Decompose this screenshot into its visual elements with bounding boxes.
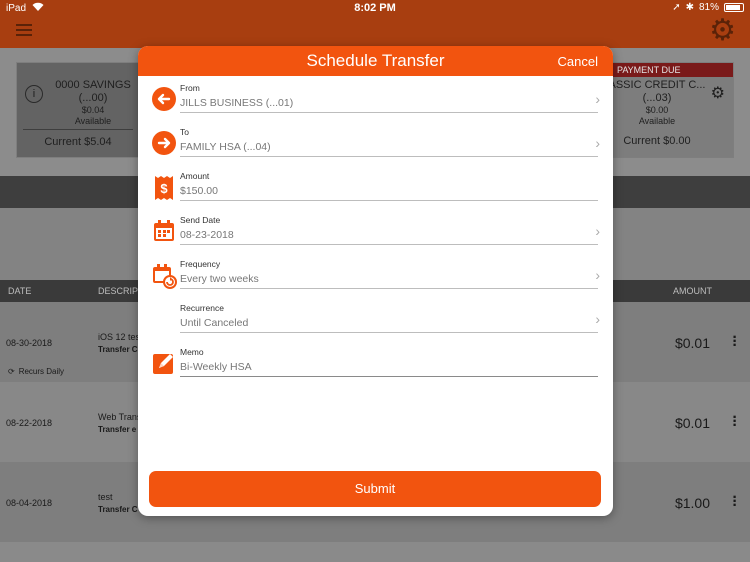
- divider: [180, 244, 598, 245]
- memo-value: Bi-Weekly HSA: [180, 361, 252, 373]
- schedule-transfer-modal: Schedule Transfer Cancel From JILLS BUSI…: [138, 46, 613, 516]
- account-current: Current $5.04: [23, 129, 133, 148]
- account-card-credit[interactable]: PAYMENT DUE ASSIC CREDIT C... (...03) ⚙ …: [609, 62, 734, 158]
- modal-title: Schedule Transfer: [306, 51, 445, 70]
- send-date-value: 08-23-2018: [180, 229, 234, 241]
- account-balance: $0.00: [645, 105, 669, 115]
- battery-icon: [724, 3, 744, 12]
- memo-edit-icon: [152, 351, 176, 375]
- chevron-right-icon: ›: [595, 267, 600, 283]
- from-label: From: [180, 83, 200, 93]
- frequency-field[interactable]: Frequency Every two weeks ›: [150, 255, 600, 295]
- calendar-repeat-icon: [152, 263, 177, 289]
- txn-amount: $0.01: [674, 335, 710, 351]
- calendar-icon: [152, 219, 176, 243]
- account-balance: $0.04: [81, 105, 105, 115]
- txn-description: test: [98, 492, 113, 502]
- status-bar: iPad 8:02 PM ➚ ✱ 81%: [0, 0, 750, 16]
- cancel-button[interactable]: Cancel: [558, 54, 598, 69]
- recurrence-field[interactable]: Recurrence Until Canceled ›: [150, 299, 600, 339]
- account-gear-icon[interactable]: ⚙: [711, 83, 725, 103]
- info-icon[interactable]: i: [25, 85, 43, 103]
- memo-field[interactable]: Memo Bi-Weekly HSA: [150, 343, 600, 383]
- frequency-label: Frequency: [180, 259, 221, 269]
- divider: [180, 156, 598, 157]
- from-field[interactable]: From JILLS BUSINESS (...01) ›: [150, 79, 600, 119]
- txn-date: 08-30-2018: [6, 338, 53, 348]
- settings-gear-icon[interactable]: ⚙: [709, 16, 736, 46]
- frequency-value: Every two weeks: [180, 273, 259, 285]
- account-card-savings[interactable]: i 0000 SAVINGS (...00) $0.04 Available C…: [16, 62, 140, 158]
- battery-percent: 81%: [698, 2, 719, 13]
- svg-text:$: $: [160, 181, 168, 196]
- repeat-icon: ⟳: [8, 367, 15, 376]
- divider: [180, 376, 598, 377]
- receipt-dollar-icon: $: [152, 175, 176, 200]
- txn-description: Web Trans: [98, 412, 142, 422]
- chevron-right-icon: ›: [595, 135, 600, 151]
- txn-amount: $0.01: [674, 415, 710, 431]
- arrow-left-icon: [152, 87, 176, 111]
- app-header: ⚙: [0, 16, 750, 48]
- to-label: To: [180, 127, 189, 137]
- divider: [180, 332, 598, 333]
- divider: [180, 288, 598, 289]
- from-value: JILLS BUSINESS (...01): [180, 97, 294, 109]
- send-date-label: Send Date: [180, 215, 221, 225]
- available-label: Available: [74, 116, 112, 126]
- divider: [180, 112, 598, 113]
- amount-label: Amount: [180, 171, 210, 181]
- available-label: Available: [638, 116, 676, 126]
- recurrence-label: Recurrence: [180, 303, 224, 313]
- txn-subtitle: Transfer C: [98, 345, 138, 354]
- col-description: DESCRIP: [98, 286, 139, 296]
- txn-date: 08-04-2018: [6, 498, 53, 508]
- more-options-icon[interactable]: · · ·: [732, 330, 738, 354]
- chevron-right-icon: ›: [595, 223, 600, 239]
- chevron-right-icon: ›: [595, 311, 600, 327]
- payment-due-badge: PAYMENT DUE: [611, 63, 733, 77]
- col-date: DATE: [8, 286, 32, 296]
- txn-description: iOS 12 tes: [98, 332, 141, 342]
- menu-icon[interactable]: [16, 24, 32, 38]
- status-time: 8:02 PM: [354, 2, 396, 14]
- submit-button[interactable]: Submit: [149, 471, 601, 507]
- memo-label: Memo: [180, 347, 204, 357]
- txn-subtitle: Transfer e: [98, 425, 137, 434]
- col-amount: AMOUNT: [673, 286, 712, 296]
- amount-value: $150.00: [180, 185, 218, 197]
- txn-date: 08-22-2018: [6, 418, 53, 428]
- bluetooth-icon: ✱: [685, 2, 694, 13]
- modal-header: Schedule Transfer Cancel: [138, 46, 613, 76]
- account-name: 0000 SAVINGS (...00): [55, 79, 131, 104]
- to-value: FAMILY HSA (...04): [180, 141, 271, 153]
- chevron-right-icon: ›: [595, 91, 600, 107]
- location-icon: ➚: [672, 2, 681, 13]
- divider: [180, 200, 598, 201]
- to-field[interactable]: To FAMILY HSA (...04) ›: [150, 123, 600, 163]
- txn-amount: $1.00: [674, 495, 710, 511]
- arrow-right-icon: [152, 131, 176, 155]
- txn-subtitle: Transfer C: [98, 505, 138, 514]
- account-name: ASSIC CREDIT C... (...03): [608, 79, 706, 104]
- more-options-icon[interactable]: · · ·: [732, 410, 738, 434]
- recurrence-value: Until Canceled: [180, 317, 249, 329]
- more-options-icon[interactable]: · · ·: [732, 490, 738, 514]
- amount-field[interactable]: $ Amount $150.00: [150, 167, 600, 207]
- recurs-label: ⟳ Recurs Daily: [8, 367, 65, 376]
- account-current: Current $0.00: [623, 135, 691, 147]
- send-date-field[interactable]: Send Date 08-23-2018 ›: [150, 211, 600, 251]
